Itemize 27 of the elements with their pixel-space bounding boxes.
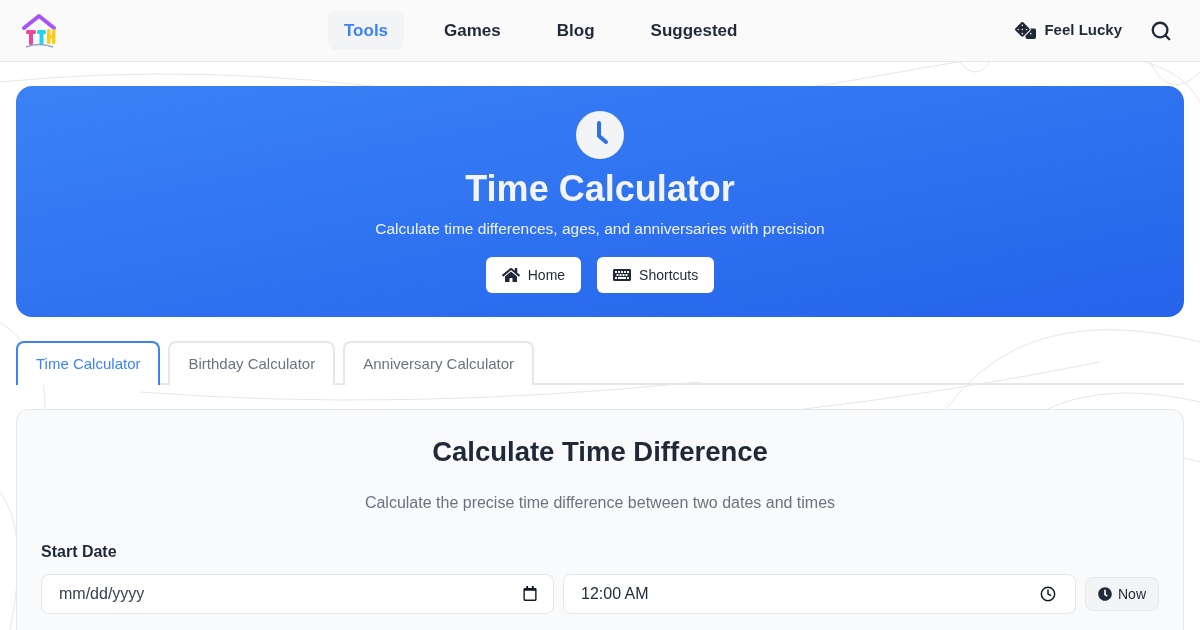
nav-link[interactable]: Suggested: [634, 10, 754, 51]
calculator-tab[interactable]: Time Calculator: [16, 341, 161, 385]
nav-link[interactable]: Blog: [540, 10, 611, 51]
date-input[interactable]: mm/dd/yyyy: [41, 574, 554, 614]
house-logo-icon[interactable]: [20, 11, 58, 50]
page-title: Time Calculator: [465, 169, 735, 209]
search-icon: [1150, 19, 1172, 42]
search-button[interactable]: [1150, 19, 1172, 42]
keyboard-icon: [613, 266, 632, 284]
page-subtitle: Calculate time differences, ages, and anniversaries with precision: [375, 219, 825, 239]
time-input[interactable]: 12:00 AM: [563, 574, 1076, 614]
clock-icon[interactable]: [1040, 586, 1056, 602]
nav-link[interactable]: Games: [428, 10, 517, 51]
hero-button[interactable]: Shortcuts: [597, 257, 715, 293]
calculator-tab[interactable]: Anniversary Calculator: [343, 341, 535, 385]
dice-icon: [1015, 20, 1037, 41]
section-description: Calculate the precise time difference between two dates and times: [364, 493, 836, 513]
home-icon: [501, 266, 520, 284]
hero-button[interactable]: Home: [485, 257, 582, 293]
feel-lucky-button[interactable]: Feel Lucky: [1015, 19, 1122, 42]
clock-icon: [1098, 587, 1112, 601]
now-button[interactable]: Now: [1085, 577, 1159, 611]
calculator-tab[interactable]: Birthday Calculator: [168, 341, 336, 385]
section-title: Calculate Time Difference: [432, 435, 768, 469]
calendar-icon[interactable]: [523, 586, 537, 601]
field-label: Start Date: [41, 542, 117, 562]
clock-icon: [576, 111, 624, 159]
